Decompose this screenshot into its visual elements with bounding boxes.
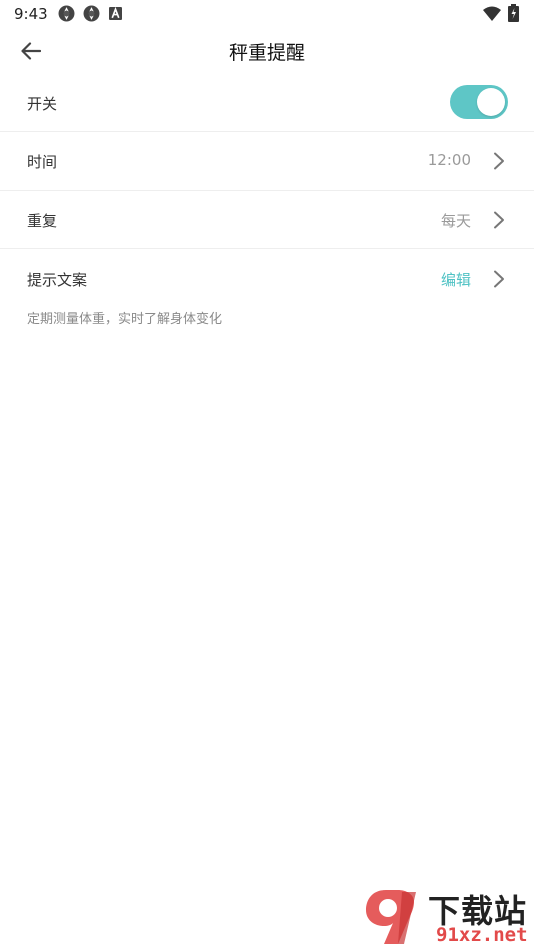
prompt-hint: 定期测量体重，实时了解身体变化 <box>27 312 223 327</box>
prompt-label: 提示文案 <box>27 271 88 289</box>
edit-link[interactable]: 编辑 <box>441 269 471 290</box>
chevron-right-icon <box>494 270 504 288</box>
page-title: 秤重提醒 <box>228 42 305 64</box>
status-time: 9:43 <box>14 5 48 23</box>
watermark-logo <box>366 890 416 944</box>
switch-label: 开关 <box>27 95 58 113</box>
watermark-en: 91xz.net <box>436 924 528 946</box>
repeat-row[interactable]: 重复 每天 <box>0 191 534 248</box>
time-label: 时间 <box>27 153 58 171</box>
repeat-value: 每天 <box>440 212 471 230</box>
wifi-icon <box>483 6 501 21</box>
reminder-toggle[interactable] <box>450 85 508 119</box>
repeat-label: 重复 <box>27 212 58 230</box>
battery-icon <box>508 4 519 22</box>
switch-row: 开关 <box>0 74 534 131</box>
status-bar: 9:43 <box>0 0 534 28</box>
toggle-knob <box>477 88 505 116</box>
time-value: 12:00 <box>427 151 471 169</box>
app-icon <box>83 5 100 22</box>
chevron-right-icon <box>494 211 504 229</box>
chevron-right-icon <box>494 152 504 170</box>
app-icon <box>58 5 75 22</box>
time-row[interactable]: 时间 12:00 <box>0 132 534 190</box>
watermark: 下载站 91xz.net <box>362 886 532 948</box>
prompt-row[interactable]: 提示文案 编辑 <box>0 249 534 309</box>
a-icon <box>109 7 122 20</box>
header: 秤重提醒 <box>0 28 534 74</box>
